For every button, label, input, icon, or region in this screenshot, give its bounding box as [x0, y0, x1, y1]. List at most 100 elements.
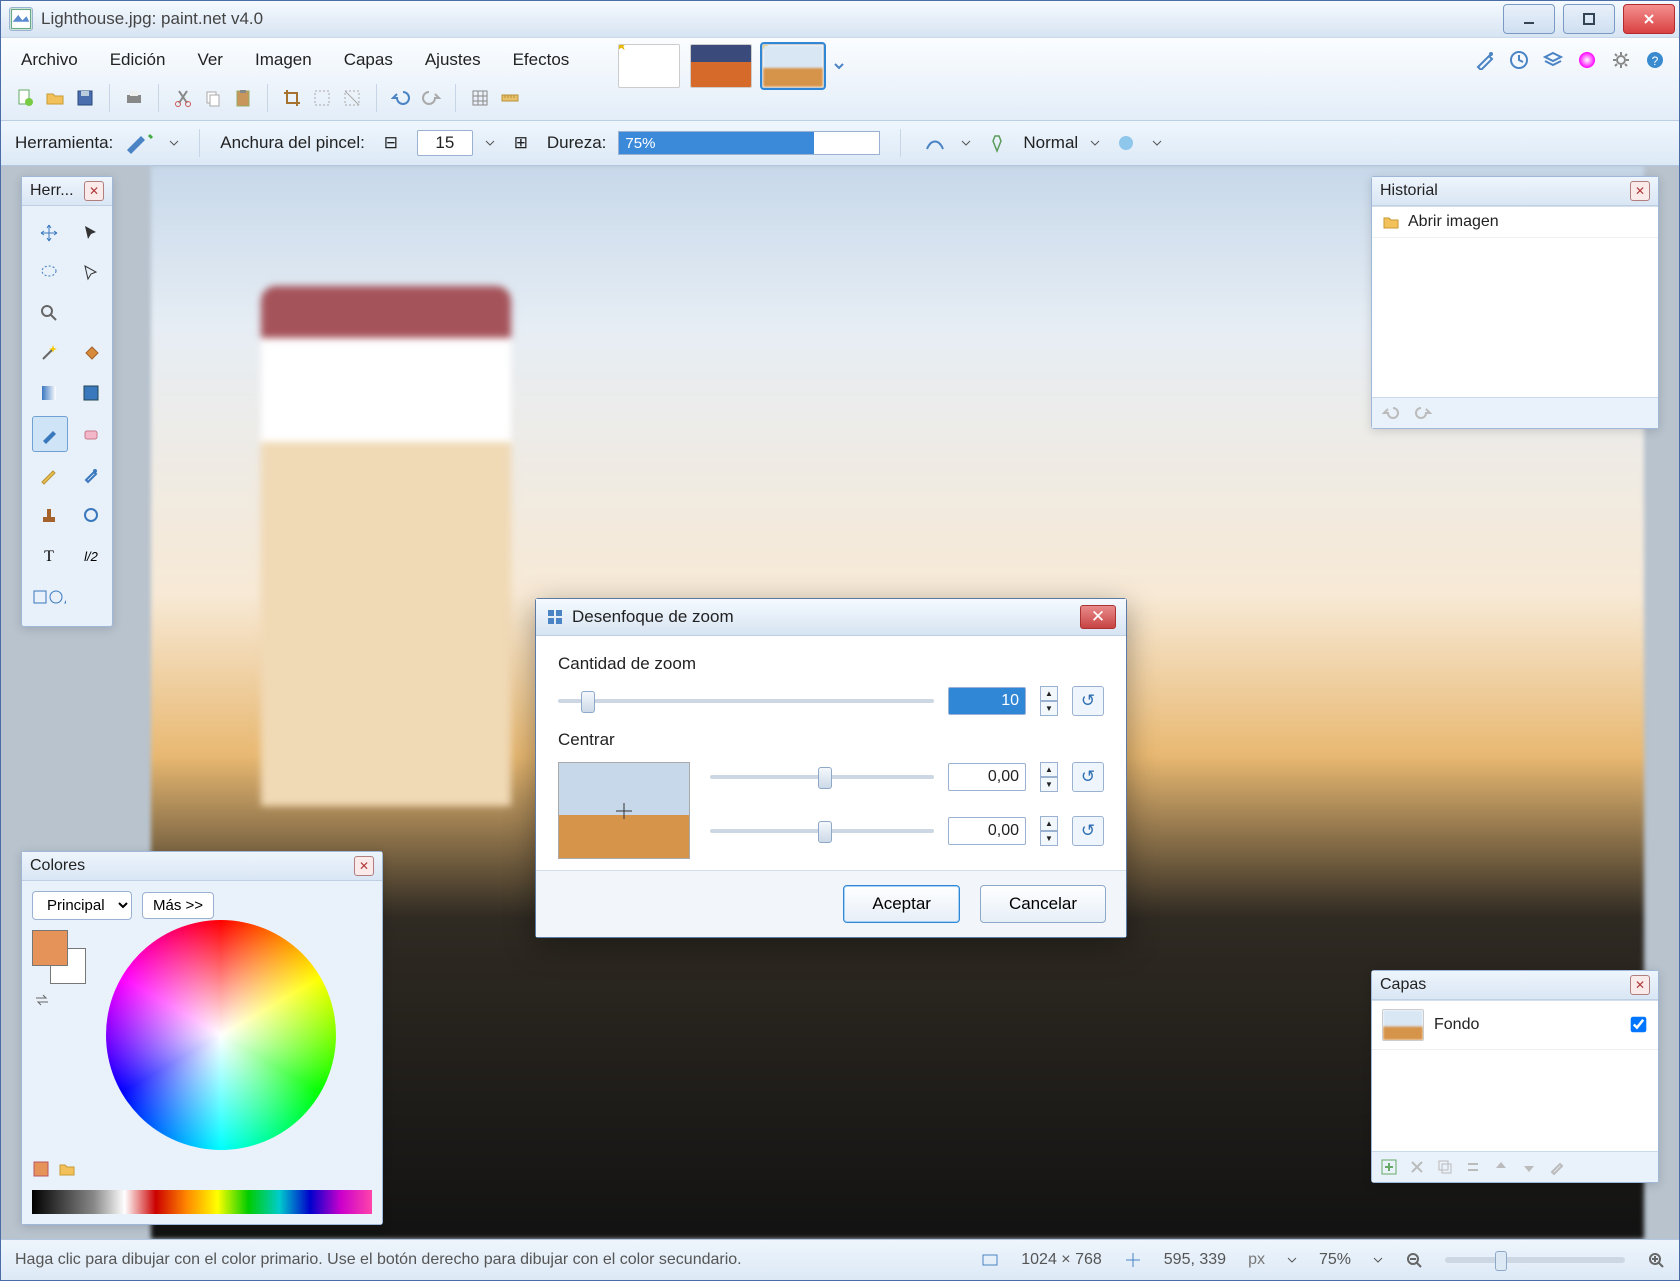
menu-capas[interactable]: Capas — [334, 46, 403, 74]
save-icon[interactable] — [71, 84, 99, 112]
layers-gadget-icon[interactable] — [1539, 46, 1567, 74]
save-palette-icon[interactable] — [58, 1160, 76, 1178]
color-more-button[interactable]: Más >> — [142, 892, 214, 919]
zoom-out-icon[interactable] — [1405, 1251, 1423, 1269]
help-gadget-icon[interactable]: ? — [1641, 46, 1669, 74]
center-x-spinner[interactable]: ▲▼ — [1040, 762, 1058, 792]
tool-text[interactable]: T — [32, 538, 66, 572]
tool-eraser[interactable] — [74, 416, 108, 450]
sampling-icon[interactable] — [983, 129, 1011, 157]
maximize-button[interactable] — [1563, 4, 1615, 34]
menu-edicion[interactable]: Edición — [100, 46, 176, 74]
new-doc-icon[interactable] — [11, 84, 39, 112]
zoom-amount-spinner[interactable]: ▲▼ — [1040, 686, 1058, 716]
history-panel-close-icon[interactable]: ✕ — [1630, 181, 1650, 201]
tool-gradient[interactable] — [32, 376, 66, 410]
menu-ver[interactable]: Ver — [187, 46, 233, 74]
history-gadget-icon[interactable] — [1505, 46, 1533, 74]
history-redo-icon[interactable] — [1414, 404, 1432, 422]
colors-panel-close-icon[interactable]: ✕ — [354, 856, 374, 876]
close-button[interactable] — [1623, 4, 1675, 34]
tool-lasso[interactable] — [32, 256, 66, 290]
deselect-icon[interactable] — [308, 84, 336, 112]
center-x-slider[interactable] — [710, 775, 934, 779]
center-y-slider[interactable] — [710, 829, 934, 833]
color-swatches[interactable] — [32, 930, 86, 984]
history-undo-icon[interactable] — [1382, 404, 1400, 422]
layer-visible-checkbox[interactable] — [1628, 1015, 1648, 1036]
tool-magic-wand[interactable] — [32, 336, 66, 370]
zoom-amount-reset-icon[interactable]: ↺ — [1072, 686, 1104, 716]
layer-row[interactable]: Fondo — [1372, 1001, 1658, 1050]
tool-eyedropper[interactable] — [74, 458, 108, 492]
grid-icon[interactable] — [466, 84, 494, 112]
merge-layer-icon[interactable] — [1464, 1158, 1482, 1176]
layers-panel-close-icon[interactable]: ✕ — [1630, 975, 1650, 995]
palette-strip[interactable] — [32, 1190, 372, 1214]
color-wheel[interactable] — [106, 920, 336, 1150]
zoom-dropdown-icon[interactable] — [1373, 1255, 1383, 1265]
tool-bucket[interactable] — [74, 336, 108, 370]
zoom-slider[interactable] — [1445, 1257, 1625, 1263]
minimize-button[interactable] — [1503, 4, 1555, 34]
brush-width-field[interactable]: 15 — [417, 130, 473, 156]
tool-cursor[interactable] — [74, 216, 108, 250]
ruler-icon[interactable] — [496, 84, 524, 112]
center-x-field[interactable]: 0,00 — [948, 763, 1026, 791]
doc-thumb-2[interactable]: ★ — [690, 44, 752, 88]
history-item[interactable]: Abrir imagen — [1372, 207, 1658, 238]
zoom-amount-field[interactable]: 10 — [948, 687, 1026, 715]
fg-color-swatch[interactable] — [32, 930, 68, 966]
zoom-in-icon[interactable] — [1647, 1251, 1665, 1269]
center-x-reset-icon[interactable]: ↺ — [1072, 762, 1104, 792]
overwrite-dropdown-icon[interactable] — [1152, 138, 1162, 148]
doc-dropdown-icon[interactable] — [834, 61, 844, 71]
center-y-field[interactable]: 0,00 — [948, 817, 1026, 845]
center-y-reset-icon[interactable]: ↺ — [1072, 816, 1104, 846]
crop-icon[interactable] — [278, 84, 306, 112]
tool-brush[interactable] — [32, 416, 68, 452]
swap-colors-icon[interactable] — [32, 990, 86, 1015]
tool-recolor[interactable] — [74, 498, 108, 532]
tool-pencil[interactable] — [32, 458, 66, 492]
doc-thumb-1[interactable]: ★ — [618, 44, 680, 88]
color-mode-select[interactable]: Principal — [32, 891, 132, 920]
center-preview[interactable] — [558, 762, 690, 859]
dialog-ok-button[interactable]: Aceptar — [843, 885, 960, 923]
tool-line[interactable]: l/2 — [74, 538, 108, 572]
aa-dropdown-icon[interactable] — [961, 138, 971, 148]
layer-down-icon[interactable] — [1520, 1158, 1538, 1176]
layer-props-icon[interactable] — [1548, 1158, 1566, 1176]
blend-mode-select[interactable]: Normal — [1023, 133, 1078, 153]
dialog-close-icon[interactable]: ✕ — [1080, 605, 1116, 629]
tool-shapes[interactable] — [32, 580, 66, 614]
status-unit[interactable]: px — [1248, 1251, 1265, 1269]
print-icon[interactable] — [120, 84, 148, 112]
copy-icon[interactable] — [199, 84, 227, 112]
antialias-icon[interactable] — [921, 129, 949, 157]
colors-gadget-icon[interactable] — [1573, 46, 1601, 74]
duplicate-layer-icon[interactable] — [1436, 1158, 1454, 1176]
doc-thumb-3[interactable]: ★ — [762, 44, 824, 88]
menu-ajustes[interactable]: Ajustes — [415, 46, 491, 74]
tool-dropdown-icon[interactable] — [169, 138, 179, 148]
add-layer-icon[interactable] — [1380, 1158, 1398, 1176]
dialog-cancel-button[interactable]: Cancelar — [980, 885, 1106, 923]
zoom-amount-slider[interactable] — [558, 699, 934, 703]
menu-imagen[interactable]: Imagen — [245, 46, 322, 74]
center-y-spinner[interactable]: ▲▼ — [1040, 816, 1058, 846]
tool-zoom[interactable] — [32, 296, 66, 330]
unit-dropdown-icon[interactable] — [1287, 1255, 1297, 1265]
paste-icon[interactable] — [229, 84, 257, 112]
hardness-slider[interactable]: 75% — [618, 131, 880, 155]
tool-move-sel[interactable] — [74, 256, 108, 290]
tools-panel-close-icon[interactable]: ✕ — [84, 181, 104, 201]
redo-icon[interactable] — [417, 84, 445, 112]
cut-icon[interactable] — [169, 84, 197, 112]
overwrite-icon[interactable] — [1112, 129, 1140, 157]
menu-efectos[interactable]: Efectos — [503, 46, 580, 74]
width-dropdown-icon[interactable] — [485, 138, 495, 148]
tool-rect-select[interactable] — [74, 376, 108, 410]
delete-layer-icon[interactable] — [1408, 1158, 1426, 1176]
tools-gadget-icon[interactable] — [1471, 46, 1499, 74]
